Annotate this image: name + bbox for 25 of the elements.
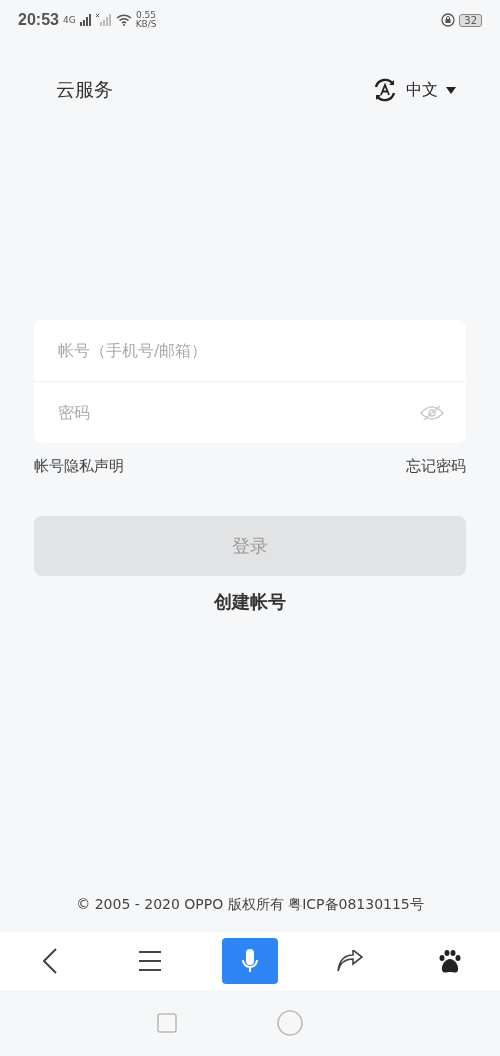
app-title: 云服务 bbox=[56, 77, 113, 102]
language-selector[interactable]: 中文 bbox=[372, 77, 456, 103]
account-field[interactable]: 帐号（手机号/邮箱） bbox=[56, 340, 444, 361]
privacy-link[interactable]: 帐号隐私声明 bbox=[34, 457, 124, 476]
lock-icon bbox=[441, 13, 456, 27]
share-arrow-icon bbox=[337, 950, 363, 972]
forgot-password-link[interactable]: 忘记密码 bbox=[406, 457, 466, 476]
language-icon bbox=[372, 77, 398, 103]
caret-icon bbox=[446, 86, 456, 94]
signal-icon bbox=[95, 14, 112, 26]
copyright-text: © 2005 - 2020 OPPO 版权所有 粤ICP备08130115号 bbox=[76, 896, 424, 914]
wifi-icon bbox=[115, 14, 132, 26]
battery-level: 32 bbox=[459, 13, 482, 27]
signal-icon bbox=[79, 14, 92, 26]
voice-button[interactable] bbox=[222, 938, 278, 984]
speed-unit: KB/S bbox=[135, 20, 157, 29]
create-account-link[interactable]: 创建帐号 bbox=[214, 590, 286, 614]
paw-icon bbox=[438, 949, 462, 973]
speed-value: 0.55 bbox=[136, 11, 157, 20]
status-time: 20:53 bbox=[18, 11, 59, 29]
back-icon bbox=[43, 948, 57, 974]
menu-icon bbox=[139, 951, 161, 971]
password-field[interactable]: 密码 bbox=[56, 402, 420, 423]
microphone-icon bbox=[241, 949, 259, 973]
network-label: 4G bbox=[62, 15, 76, 25]
